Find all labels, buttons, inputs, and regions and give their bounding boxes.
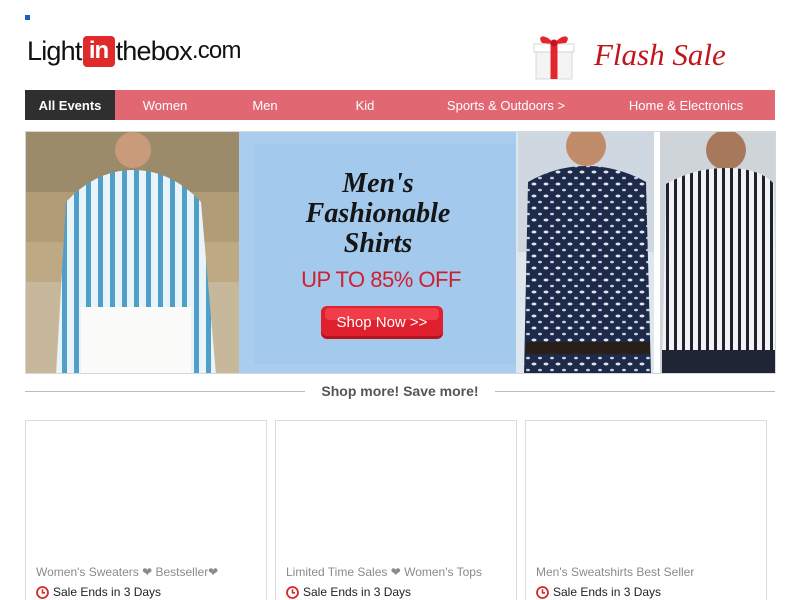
logo-light-text: Light <box>27 35 82 66</box>
model-left-trousers <box>81 307 191 373</box>
section-divider: Shop more! Save more! <box>25 381 775 403</box>
gift-box-icon <box>533 36 575 80</box>
card-title: Women's Sweaters ❤ Bestseller❤ <box>36 565 219 579</box>
nav-item-women[interactable]: Women <box>115 90 215 120</box>
category-nav: All Events Women Men Kid Sports & Outdoo… <box>25 90 775 120</box>
flash-sale-text: Flash Sale <box>594 37 726 72</box>
nav-item-men[interactable]: Men <box>215 90 315 120</box>
banner-artwork: Men's Fashionable Shirts UP TO 85% OFF S… <box>26 132 775 373</box>
clock-icon <box>536 585 549 599</box>
shop-now-button[interactable]: Shop Now >> <box>321 306 443 339</box>
brand-logo[interactable]: Light in thebox .com <box>27 35 241 67</box>
clock-icon <box>286 585 299 599</box>
card-countdown: Sale Ends in 3 Days <box>286 585 411 599</box>
banner-title-line3: Shirts <box>344 228 413 259</box>
section-heading: Shop more! Save more! <box>321 383 479 399</box>
banner-title-line1: Men's <box>341 168 414 199</box>
banner-discount: UP TO 85% OFF <box>301 267 461 292</box>
shop-now-label: Shop Now >> <box>337 314 428 331</box>
card-title: Men's Sweatshirts Best Seller <box>536 565 695 579</box>
selection-marker <box>25 15 30 20</box>
model-left-head <box>115 132 151 168</box>
nav-item-sports-outdoors[interactable]: Sports & Outdoors > <box>415 90 597 120</box>
product-card-womens-tops[interactable]: Limited Time Sales ❤ Women's Tops Sale E… <box>275 420 517 600</box>
divider-line-right <box>495 391 775 392</box>
nav-item-all-events[interactable]: All Events <box>25 90 115 120</box>
countdown-text: Sale Ends in 3 Days <box>303 585 412 599</box>
nav-item-home-electronics[interactable]: Home & Electronics <box>597 90 775 120</box>
product-card-womens-sweaters[interactable]: Women's Sweaters ❤ Bestseller❤ Sale Ends… <box>25 420 267 600</box>
clock-icon <box>36 585 49 599</box>
flash-sale-badge[interactable]: Flash Sale <box>532 30 726 82</box>
logo-dotcom-text: .com <box>191 37 242 64</box>
card-title: Limited Time Sales ❤ Women's Tops <box>286 565 482 579</box>
product-card-mens-sweatshirts[interactable]: Men's Sweatshirts Best Seller Sale Ends … <box>525 420 767 600</box>
countdown-text: Sale Ends in 3 Days <box>553 585 662 599</box>
banner-title-line2: Fashionable <box>305 198 451 229</box>
hero-banner[interactable]: Men's Fashionable Shirts UP TO 85% OFF S… <box>25 131 776 374</box>
divider-line-left <box>25 391 305 392</box>
countdown-text: Sale Ends in 3 Days <box>53 585 162 599</box>
logo-thebox-text: thebox <box>115 35 193 66</box>
card-countdown: Sale Ends in 3 Days <box>536 585 661 599</box>
email-page: Light in thebox .com Flash Sale All Events … <box>0 0 800 600</box>
model-right-shirt <box>662 168 775 373</box>
logo-in-badge: in <box>82 35 115 67</box>
card-countdown: Sale Ends in 3 Days <box>36 585 161 599</box>
nav-item-kid[interactable]: Kid <box>315 90 415 120</box>
